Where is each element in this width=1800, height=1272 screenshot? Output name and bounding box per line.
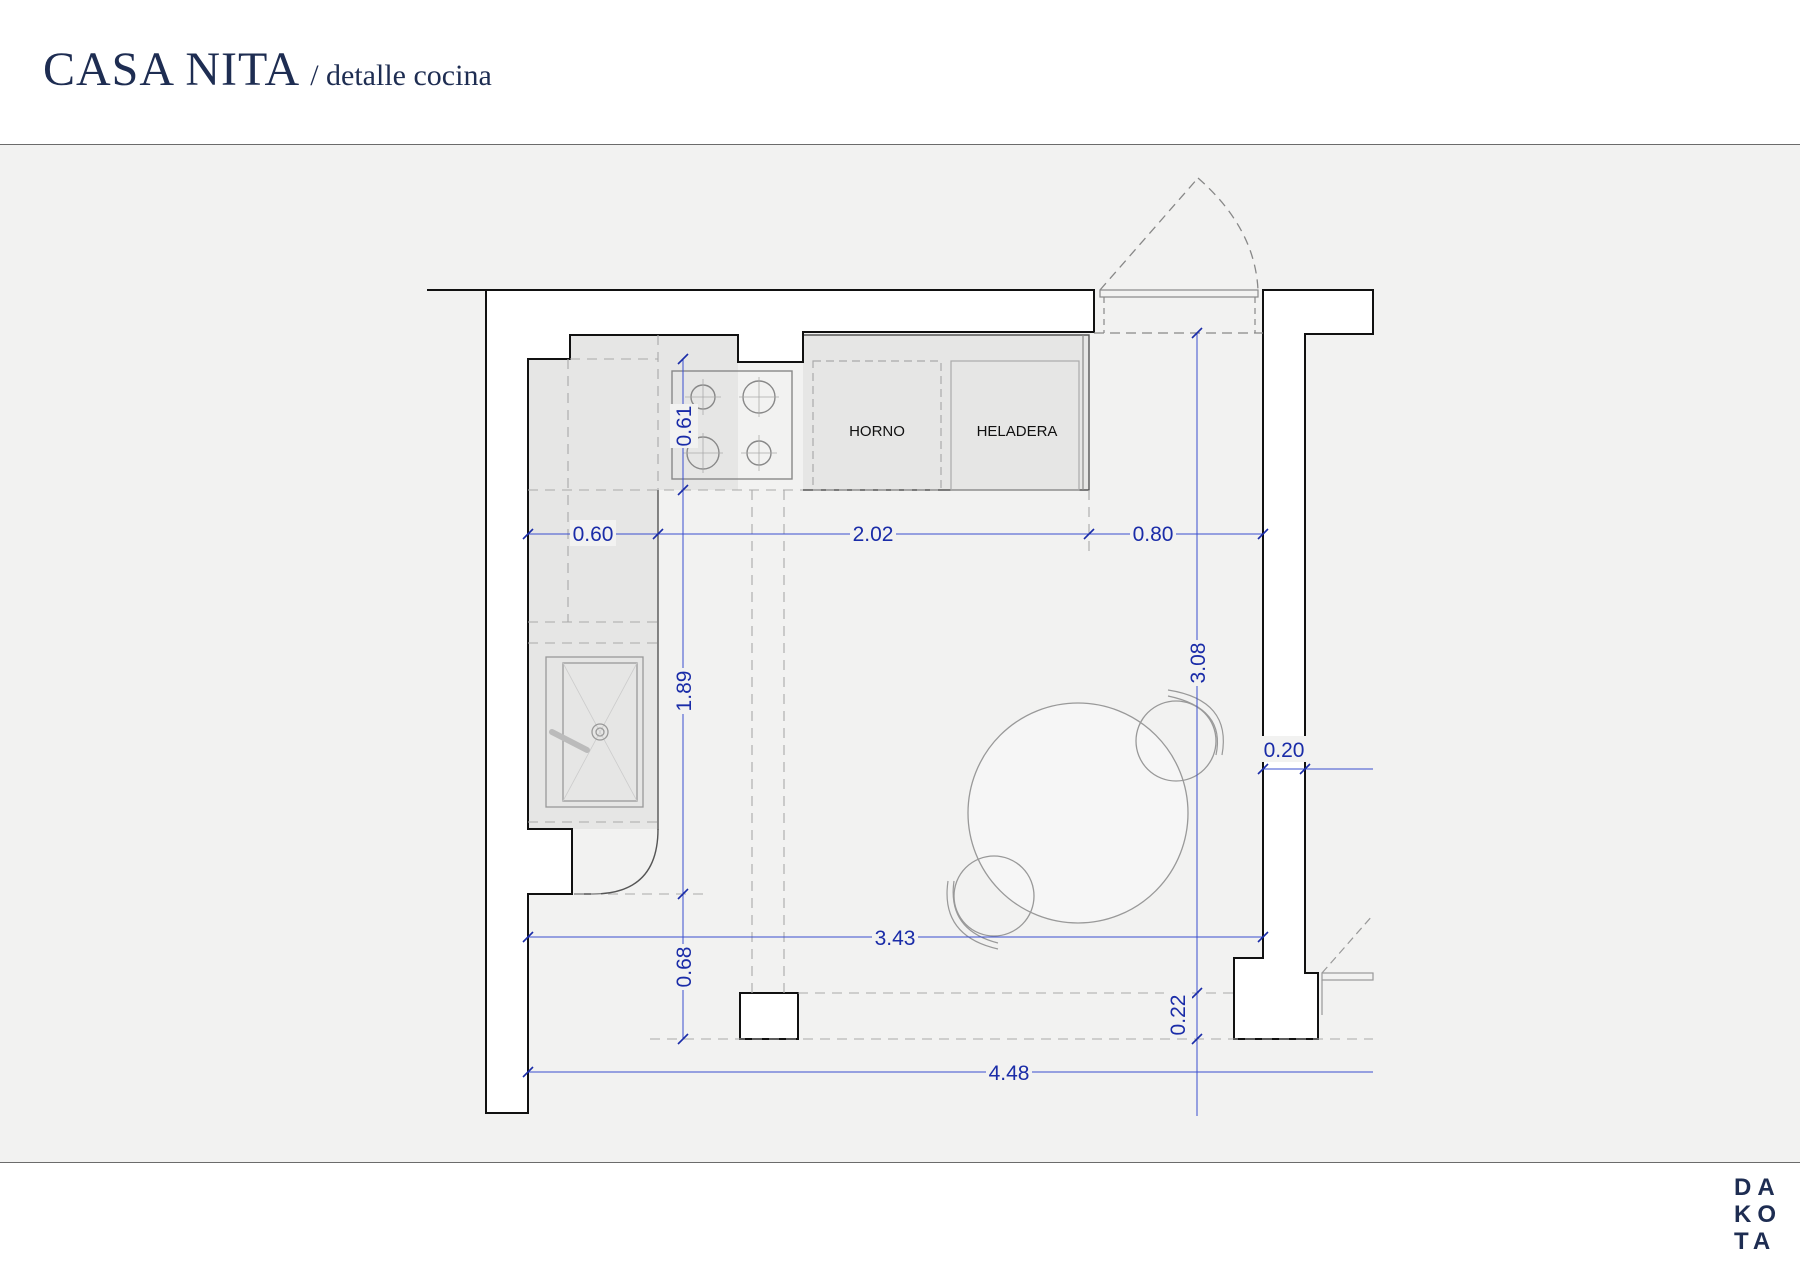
dim-left-counter-length: 1.89: [673, 671, 696, 712]
drawing-canvas: HORNO HELADERA 0.60 2.02 0.80 3.43 4.48 …: [0, 145, 1800, 1163]
dakota-logo: DA KO TA: [1734, 1174, 1782, 1255]
footer: [0, 1163, 1800, 1272]
door-frame-north: [1094, 289, 1263, 334]
dim-inner-width: 3.43: [875, 927, 916, 950]
top-left-counter: [570, 335, 738, 490]
logo-line: DA: [1734, 1174, 1781, 1201]
dim-counter-depth: 0.60: [573, 523, 614, 546]
project-title: CASA NITA: [43, 43, 301, 96]
dim-top-gap: 0.80: [1133, 523, 1174, 546]
dim-column-offset: 0.22: [1167, 995, 1190, 1036]
dim-total-width: 4.48: [989, 1062, 1030, 1085]
page-title: CASA NITA / detalle cocina: [43, 42, 492, 97]
column: [739, 992, 799, 1040]
top-right-counter: [803, 335, 1089, 490]
oven-label: HORNO: [849, 423, 905, 440]
east-wall: [1233, 289, 1374, 1040]
dim-top-counter-length: 2.02: [853, 523, 894, 546]
dining-set: [946, 689, 1224, 950]
page-subtitle: / detalle cocina: [310, 59, 492, 92]
kitchen-floor-plan: HORNO HELADERA 0.60 2.02 0.80 3.43 4.48 …: [427, 177, 1374, 1116]
door-swing-east: [1321, 914, 1374, 1015]
door-swing-north: [1099, 177, 1259, 291]
logo-line: KO: [1734, 1201, 1782, 1228]
dim-room-depth: 3.08: [1187, 643, 1210, 684]
dim-cooktop-depth: 0.61: [673, 406, 696, 447]
logo-line: TA: [1734, 1228, 1777, 1255]
header: CASA NITA / detalle cocina: [0, 0, 1800, 145]
round-table: [967, 702, 1189, 924]
dim-bottom-gap: 0.68: [673, 947, 696, 988]
dim-wall-thickness: 0.20: [1264, 739, 1305, 762]
fridge-label: HELADERA: [977, 423, 1058, 440]
